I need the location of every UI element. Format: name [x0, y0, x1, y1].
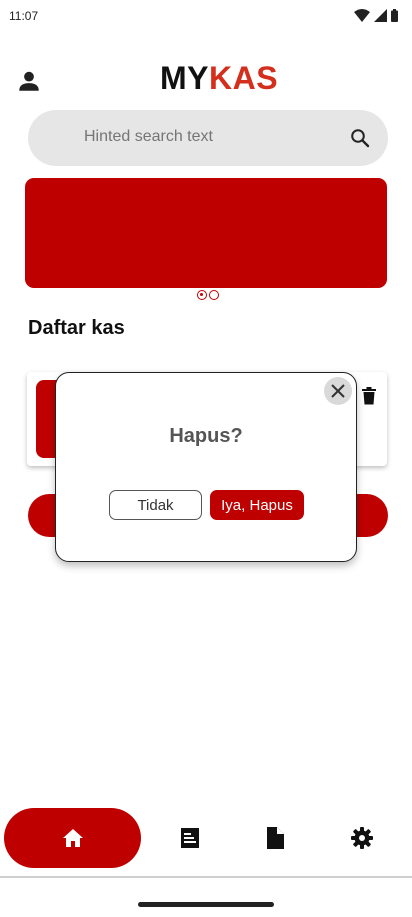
profile-button[interactable] — [16, 68, 42, 94]
nav-receipt[interactable] — [178, 826, 202, 850]
bottom-nav — [0, 800, 412, 878]
gear-icon — [351, 827, 373, 849]
signal-icon — [374, 9, 387, 22]
wifi-icon — [354, 9, 370, 22]
cancel-button[interactable]: Tidak — [109, 490, 202, 520]
app-logo: MYKAS — [160, 60, 278, 96]
gesture-bar[interactable] — [138, 902, 274, 907]
status-bar: 11:07 — [0, 0, 412, 32]
battery-icon — [391, 9, 398, 22]
logo-text-my: MY — [160, 60, 209, 96]
carousel-dot[interactable] — [209, 290, 219, 300]
dialog-title: Hapus? — [169, 425, 243, 447]
search-bar[interactable] — [28, 110, 388, 166]
search-icon[interactable] — [350, 128, 370, 148]
nav-home[interactable] — [4, 808, 141, 868]
nav-settings[interactable] — [350, 826, 374, 850]
status-time: 11:07 — [9, 9, 39, 23]
status-icons — [354, 9, 398, 22]
carousel-indicator — [197, 290, 219, 300]
banner-carousel[interactable] — [25, 178, 387, 288]
section-title: Daftar kas — [28, 317, 125, 339]
search-input[interactable] — [84, 128, 324, 146]
nav-document[interactable] — [263, 826, 287, 850]
carousel-dot-active[interactable] — [197, 290, 207, 300]
delete-confirm-dialog: Hapus? Tidak Iya, Hapus — [55, 372, 357, 562]
receipt-icon — [181, 828, 199, 848]
home-icon — [62, 829, 83, 847]
app-header: MYKAS — [0, 56, 412, 100]
person-icon — [19, 71, 39, 91]
confirm-delete-button[interactable]: Iya, Hapus — [210, 490, 304, 520]
trash-icon[interactable] — [359, 386, 379, 406]
dialog-close-button[interactable] — [324, 377, 352, 405]
document-icon — [267, 827, 284, 849]
logo-text-kas: KAS — [209, 60, 279, 96]
close-icon — [331, 384, 345, 398]
